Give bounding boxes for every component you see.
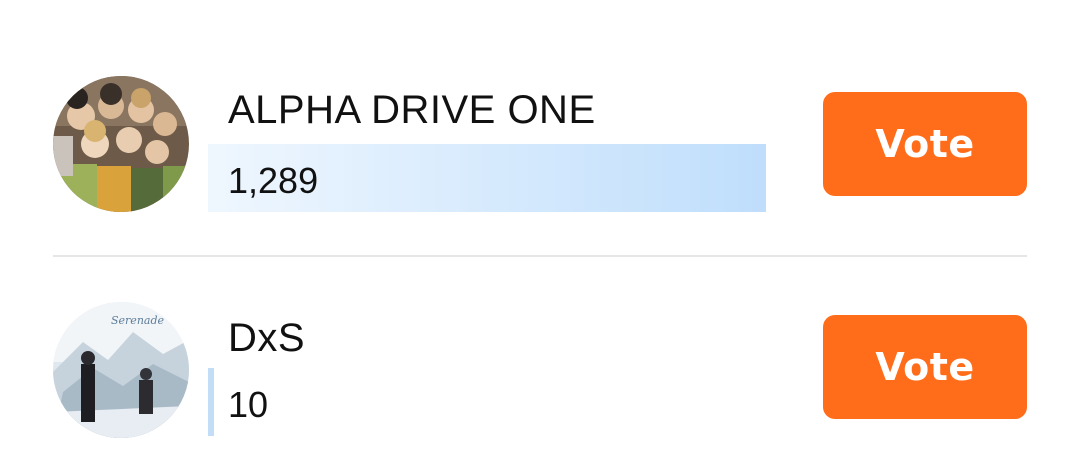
- vote-count: 10: [228, 384, 269, 425]
- vote-button[interactable]: Vote: [823, 92, 1027, 196]
- svg-text:Serenade: Serenade: [111, 314, 164, 327]
- candidate-avatar: Serenade: [53, 302, 189, 438]
- candidate-name: DxS: [228, 316, 306, 360]
- candidate-name: ALPHA DRIVE ONE: [228, 88, 596, 132]
- divider: [53, 255, 1027, 257]
- vote-bar: 10: [208, 368, 766, 436]
- candidate-row: ALPHA DRIVE ONE 1,289 Vote: [0, 58, 1080, 238]
- vote-count: 1,289: [228, 160, 319, 201]
- vote-bar-fill: [208, 368, 214, 436]
- vote-button[interactable]: Vote: [823, 315, 1027, 419]
- candidate-avatar: [53, 76, 189, 212]
- candidate-row: Serenade DxS 10 Vote: [0, 280, 1080, 460]
- vote-bar: 1,289: [208, 144, 766, 212]
